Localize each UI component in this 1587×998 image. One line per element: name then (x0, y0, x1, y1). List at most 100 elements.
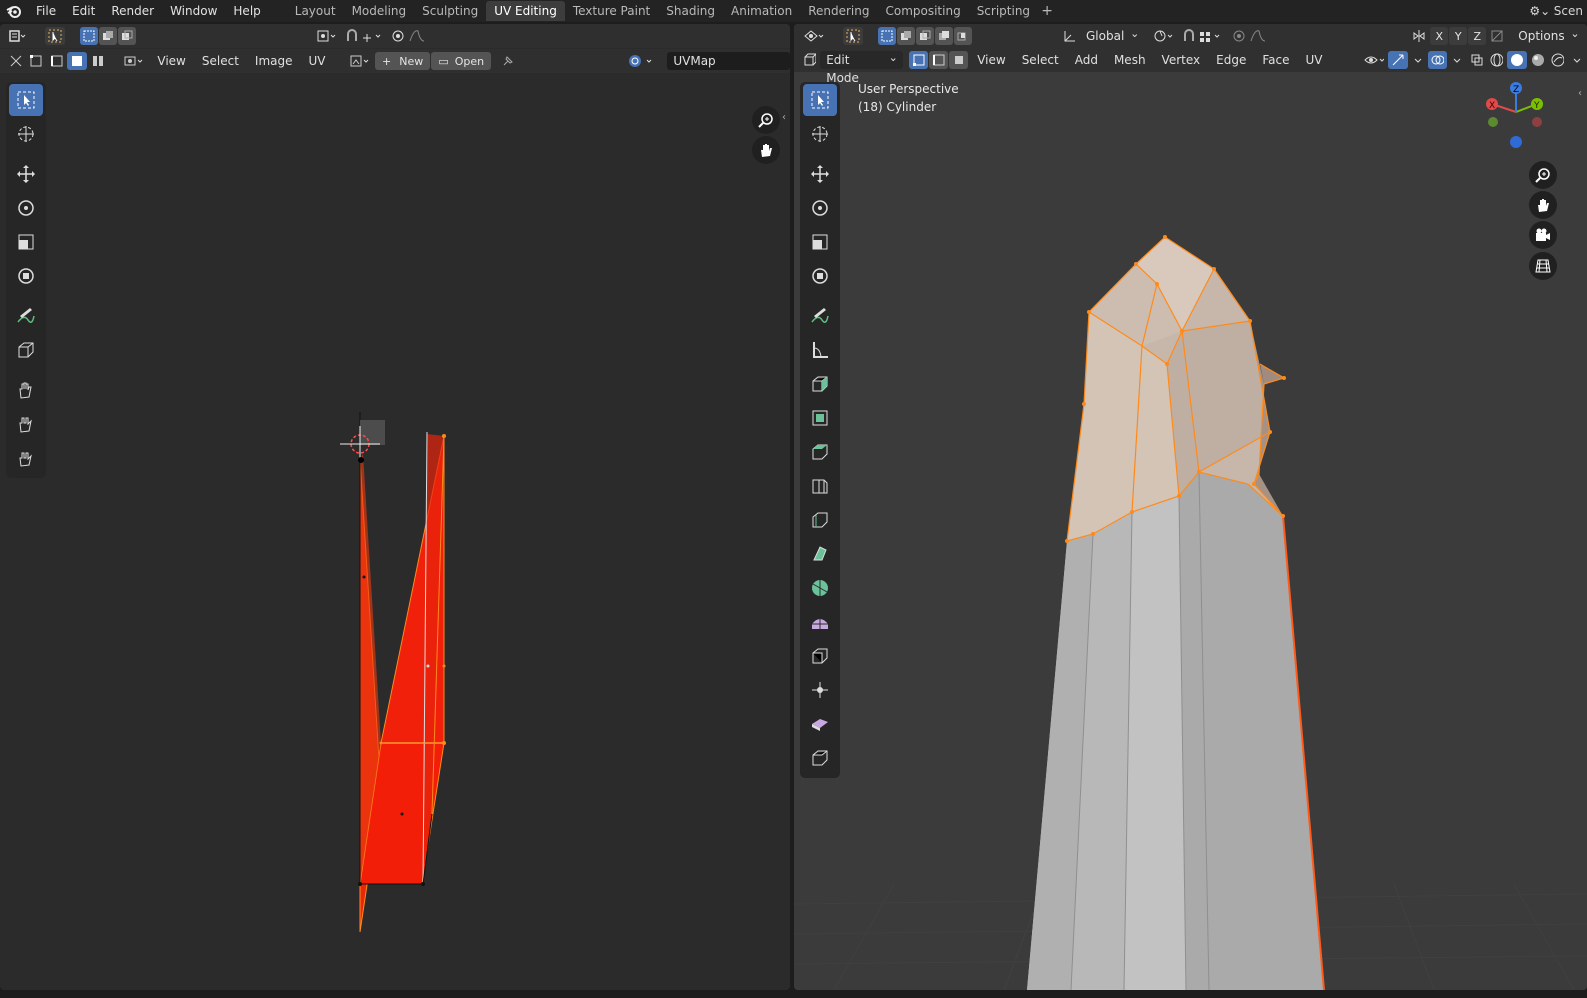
transform-icon[interactable] (803, 260, 837, 292)
select-new-icon[interactable] (80, 27, 98, 45)
spin-icon[interactable] (803, 606, 837, 638)
select-intersect-icon[interactable] (954, 27, 972, 45)
viewport-canvas[interactable]: User Perspective (18) Cylinder X Y Z ‹ (794, 24, 1587, 990)
sticky-selection-icon[interactable] (121, 52, 148, 70)
pivot-point-icon[interactable] (313, 27, 341, 45)
knife-icon[interactable] (803, 538, 837, 570)
tab-uv-editing[interactable]: UV Editing (486, 1, 565, 21)
rendered-shading-icon[interactable] (1548, 51, 1567, 69)
uv-sync-selection-icon[interactable] (6, 52, 25, 70)
select-invert-icon[interactable] (935, 27, 953, 45)
scene-selector[interactable]: ⚙⌄ Scen (1526, 0, 1587, 22)
face-select-mode-icon[interactable] (67, 52, 87, 70)
proportional-edit-icon[interactable] (1230, 27, 1276, 45)
mirror-z-button[interactable]: Z (1468, 27, 1487, 45)
move-icon[interactable] (803, 158, 837, 190)
transform-icon[interactable] (9, 260, 43, 292)
editor-type-icon[interactable] (6, 27, 30, 45)
camera-view-icon[interactable] (1529, 221, 1557, 249)
tab-scripting[interactable]: Scripting (969, 1, 1038, 21)
snap-icon[interactable] (342, 27, 388, 45)
add-workspace-button[interactable]: + (1038, 3, 1056, 19)
proportional-edit-icon[interactable] (389, 27, 435, 45)
overlay-dropdown-icon[interactable] (1448, 51, 1466, 69)
island-select-mode-icon[interactable] (88, 52, 107, 70)
inset-faces-icon[interactable] (803, 436, 837, 468)
pan-hand-icon[interactable] (752, 136, 780, 164)
add-cube-icon[interactable] (803, 368, 837, 400)
gizmo-toggle-icon[interactable] (1388, 51, 1408, 69)
blender-logo-icon[interactable] (0, 0, 28, 22)
smooth-icon[interactable] (803, 640, 837, 672)
loop-cut-icon[interactable] (803, 504, 837, 536)
scale-icon[interactable] (803, 226, 837, 258)
pivot-point-icon[interactable] (1150, 27, 1178, 45)
new-image-button[interactable]: + New (374, 52, 431, 70)
shading-dropdown-icon[interactable] (1568, 51, 1586, 69)
edge-select-mode-icon[interactable] (928, 51, 948, 69)
open-image-button[interactable]: ▭ Open (431, 52, 492, 70)
relax-hand-icon[interactable] (9, 408, 43, 440)
mirror-options-icon[interactable] (1409, 27, 1429, 45)
move-icon[interactable] (9, 158, 43, 190)
uv-canvas[interactable]: ‹ (0, 74, 790, 990)
menu-image[interactable]: Image (247, 49, 301, 73)
grab-box-icon[interactable] (9, 334, 43, 366)
select-new-icon[interactable] (878, 27, 896, 45)
poly-build-icon[interactable] (803, 572, 837, 604)
edge-slide-icon[interactable] (803, 674, 837, 706)
menu-help[interactable]: Help (225, 0, 268, 22)
vertex-select-mode-icon[interactable] (26, 52, 45, 70)
cursor-icon[interactable] (9, 118, 43, 150)
select-extend-icon[interactable] (99, 27, 117, 45)
navigation-gizmo[interactable]: X Y Z (1478, 82, 1548, 152)
edge-select-mode-icon[interactable] (47, 52, 66, 70)
select-tool-icon[interactable] (843, 27, 863, 45)
pinch-hand-icon[interactable] (9, 442, 43, 474)
grab-hand-icon[interactable] (9, 374, 43, 406)
menu-view[interactable]: View (149, 49, 193, 73)
uvmap-field[interactable]: UVMap (667, 52, 790, 70)
tab-layout[interactable]: Layout (287, 1, 344, 21)
tab-animation[interactable]: Animation (723, 1, 800, 21)
menu-select[interactable]: Select (1014, 48, 1067, 72)
menu-file[interactable]: File (28, 0, 64, 22)
tab-sculpting[interactable]: Sculpting (414, 1, 486, 21)
mode-dropdown[interactable]: Edit Mode (820, 49, 903, 85)
rotate-icon[interactable] (9, 192, 43, 224)
ortho-grid-icon[interactable] (1529, 252, 1557, 280)
bevel-icon[interactable] (803, 470, 837, 502)
overlay-toggle-icon[interactable] (1427, 51, 1447, 69)
select-tool-icon[interactable] (45, 27, 65, 45)
tab-modeling[interactable]: Modeling (344, 1, 415, 21)
extrude-region-icon[interactable] (803, 402, 837, 434)
zoom-icon[interactable] (752, 106, 780, 134)
shrink-fatten-icon[interactable] (803, 708, 837, 740)
tab-shading[interactable]: Shading (658, 1, 723, 21)
tab-texture-paint[interactable]: Texture Paint (565, 1, 658, 21)
face-select-mode-icon[interactable] (948, 51, 969, 69)
menu-edge[interactable]: Edge (1208, 48, 1254, 72)
pin-icon[interactable] (498, 52, 517, 70)
menu-face[interactable]: Face (1254, 48, 1297, 72)
tweak-select-icon[interactable] (9, 84, 43, 116)
menu-window[interactable]: Window (162, 0, 225, 22)
menu-render[interactable]: Render (103, 0, 162, 22)
wireframe-shading-icon[interactable] (1487, 51, 1506, 69)
sidebar-toggle-icon[interactable]: ‹ (1578, 88, 1582, 99)
shear-icon[interactable] (803, 742, 837, 774)
tab-compositing[interactable]: Compositing (877, 1, 968, 21)
scale-icon[interactable] (9, 226, 43, 258)
transform-orientation-dropdown[interactable]: Global (1080, 25, 1144, 45)
menu-mesh[interactable]: Mesh (1106, 48, 1154, 72)
gizmo-dropdown-icon[interactable] (1409, 51, 1427, 69)
options-dropdown[interactable]: Options (1512, 25, 1584, 45)
uv-sync-icon[interactable] (1487, 27, 1507, 45)
annotate-icon[interactable] (9, 300, 43, 332)
image-browse-icon[interactable] (347, 52, 374, 70)
pan-hand-icon[interactable] (1529, 191, 1557, 219)
select-subtract-icon[interactable] (118, 27, 136, 45)
rotate-icon[interactable] (803, 192, 837, 224)
menu-view[interactable]: View (969, 48, 1013, 72)
xray-toggle-icon[interactable] (1467, 51, 1486, 69)
